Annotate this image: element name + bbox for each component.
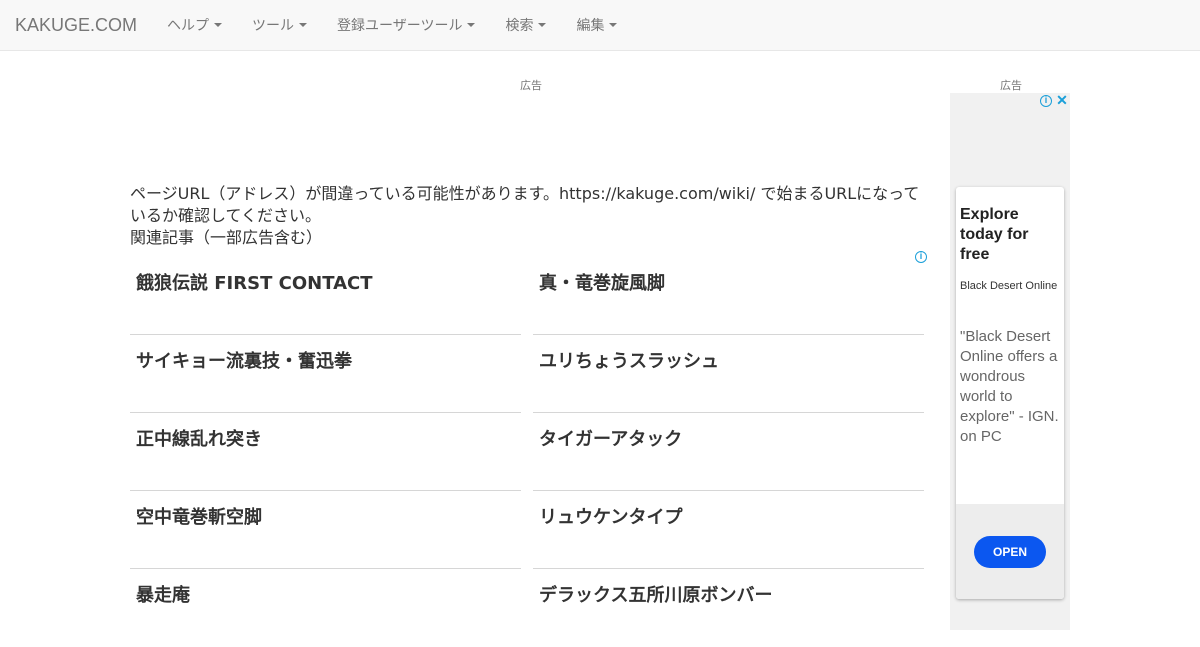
ad-body: "Black Desert Online offers a wondrous w…: [960, 328, 1059, 445]
ad-card[interactable]: Explore today for free Black Desert Onli…: [956, 187, 1064, 599]
site-brand-link[interactable]: KAKUGE.COM: [0, 15, 152, 36]
caret-down-icon: [299, 23, 307, 27]
related-item[interactable]: 暴走庵: [130, 569, 521, 647]
side-ad-label: 広告: [1000, 80, 1022, 92]
nav-help-dropdown[interactable]: ヘルプ: [152, 0, 237, 51]
related-item-title: ユリちょうスラッシュ: [539, 351, 719, 372]
nav-user-tools-label: 登録ユーザーツール: [337, 18, 463, 34]
ad-open-button[interactable]: OPEN: [974, 536, 1046, 568]
related-item[interactable]: タイガーアタック: [533, 413, 924, 491]
top-ad-label: 広告: [520, 80, 542, 92]
caret-down-icon: [609, 23, 618, 27]
related-item-title: 暴走庵: [136, 585, 190, 606]
related-heading: 関連記事（一部広告含む）: [130, 228, 323, 247]
side-ad-container: i ✕ Explore today for free Black Desert …: [950, 93, 1070, 630]
error-message: ページURL（アドレス）が間違っている可能性があります。https://kaku…: [130, 184, 920, 225]
ad-controls: i ✕: [1040, 93, 1068, 107]
related-item[interactable]: 真・竜巻旋風脚: [533, 257, 924, 335]
nav-edit-dropdown[interactable]: 編集: [561, 0, 632, 51]
nav-tools-dropdown[interactable]: ツール: [237, 0, 322, 51]
related-item-title: サイキョー流裏技・奮迅拳: [136, 351, 352, 372]
related-item[interactable]: サイキョー流裏技・奮迅拳: [130, 335, 521, 413]
nav-user-tools-dropdown[interactable]: 登録ユーザーツール: [322, 0, 490, 51]
nav-edit-label: 編集: [576, 18, 605, 34]
related-item[interactable]: リュウケンタイプ: [533, 491, 924, 569]
related-item[interactable]: ユリちょうスラッシュ: [533, 335, 924, 413]
related-item-title: リュウケンタイプ: [539, 507, 683, 528]
related-item-title: タイガーアタック: [539, 429, 683, 450]
ad-info-icon[interactable]: i: [1040, 95, 1052, 107]
close-icon[interactable]: ✕: [1056, 93, 1068, 107]
related-item-title: 真・竜巻旋風脚: [539, 273, 665, 294]
related-item[interactable]: デラックス五所川原ボンバー: [533, 569, 924, 647]
related-item-title: 空中竜巻斬空脚: [136, 507, 262, 528]
caret-down-icon: [538, 23, 547, 27]
nav-tools-label: ツール: [252, 18, 294, 34]
nav-menu: ヘルプ ツール 登録ユーザーツール 検索 編集: [152, 0, 632, 51]
related-item[interactable]: 正中線乱れ突き: [130, 413, 521, 491]
ad-advertiser: Black Desert Online: [960, 280, 1058, 292]
nav-search-label: 検索: [505, 18, 534, 34]
related-item-title: 餓狼伝説 FIRST CONTACT: [136, 273, 373, 294]
ad-footer: OPEN: [956, 504, 1064, 599]
caret-down-icon: [214, 23, 222, 27]
related-item[interactable]: 空中竜巻斬空脚: [130, 491, 521, 569]
related-item-title: 正中線乱れ突き: [136, 429, 262, 450]
caret-down-icon: [467, 23, 476, 27]
nav-search-dropdown[interactable]: 検索: [490, 0, 561, 51]
related-item[interactable]: 餓狼伝説 FIRST CONTACT: [130, 257, 521, 335]
related-item-title: デラックス五所川原ボンバー: [539, 585, 773, 606]
nav-help-label: ヘルプ: [167, 18, 209, 34]
top-navbar: KAKUGE.COM ヘルプ ツール 登録ユーザーツール 検索 編集: [0, 0, 1200, 51]
ad-headline: Explore today for free: [960, 206, 1029, 263]
